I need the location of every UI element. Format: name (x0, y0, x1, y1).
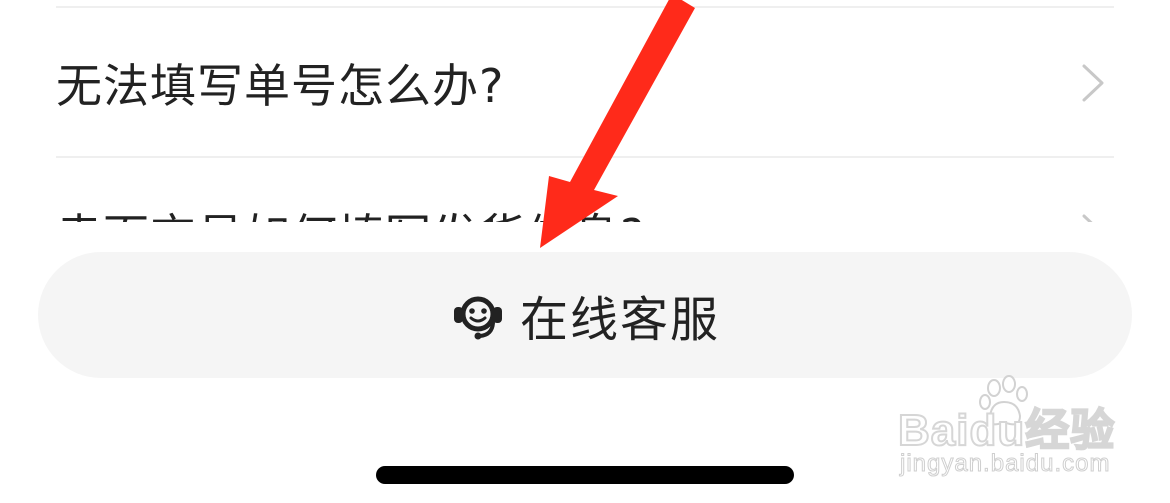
help-page: 无法填写单号怎么办? 卖面交易如何填写发货信息? (0, 0, 1170, 503)
headset-icon (453, 296, 502, 340)
faq-item-label: 无法填写单号怎么办? (56, 59, 505, 113)
baidu-watermark: Baidu经验 jingyan.baidu.com (880, 372, 1130, 482)
faq-item-clip: 卖面交易如何填写发货信息? (0, 160, 1170, 222)
paw-logo-icon (979, 375, 1028, 426)
list-divider (56, 156, 1114, 158)
watermark-url: jingyan.baidu.com (899, 450, 1111, 478)
faq-item-cannot-fill-tracking-number[interactable]: 无法填写单号怎么办? (56, 10, 1114, 156)
home-indicator[interactable] (376, 466, 794, 484)
faq-item-label: 卖面交易如何填写发货信息? (56, 200, 645, 222)
online-customer-service-button[interactable]: 在线客服 (38, 252, 1132, 378)
list-divider (56, 6, 1114, 8)
watermark-brand: Baidu经验 (897, 405, 1116, 456)
chevron-right-icon (1082, 214, 1093, 222)
faq-item-shipping-info[interactable]: 卖面交易如何填写发货信息? (56, 160, 1114, 222)
chevron-right-icon (1082, 64, 1104, 102)
online-customer-service-label: 在线客服 (519, 292, 720, 348)
